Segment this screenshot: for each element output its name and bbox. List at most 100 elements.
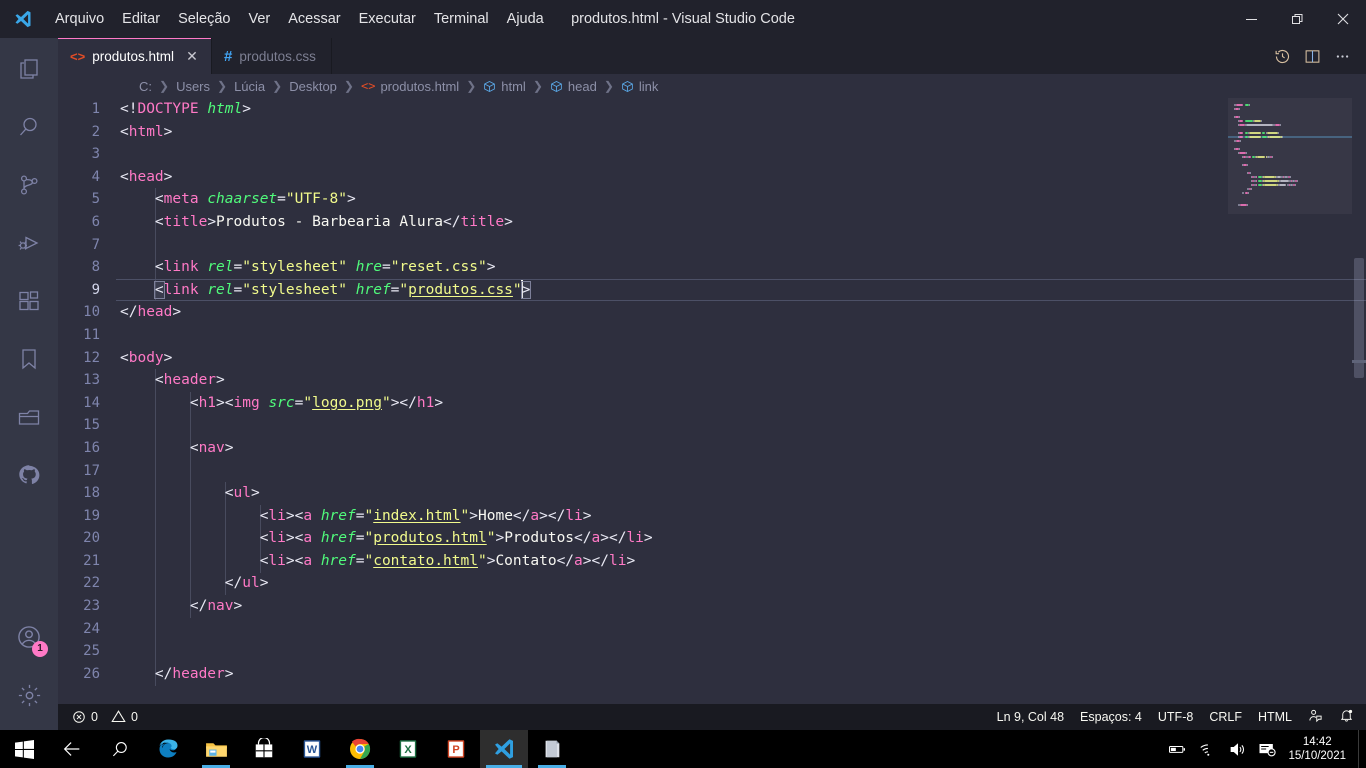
sidebar-item-github[interactable]: [0, 446, 58, 504]
close-icon[interactable]: ✕: [183, 47, 201, 65]
code-line[interactable]: 19 <li><a href="index.html">Home</a></li…: [58, 505, 1366, 528]
code-line[interactable]: 17: [58, 460, 1366, 483]
menu-item-ajuda[interactable]: Ajuda: [498, 6, 553, 32]
text-editor[interactable]: 1 <!DOCTYPE html> 2 <html> 3 4 <head> 5 <meta c…: [58, 98, 1366, 704]
editor-scrollbar[interactable]: [1352, 98, 1366, 704]
sidebar-item-run-and-debug[interactable]: [0, 214, 58, 272]
status-eol[interactable]: CRLF: [1201, 704, 1250, 730]
status-indentation[interactable]: Espaços: 4: [1072, 704, 1150, 730]
status-language-mode[interactable]: HTML: [1250, 704, 1300, 730]
code-line[interactable]: 2 <html>: [58, 121, 1366, 144]
minimize-button[interactable]: [1228, 0, 1274, 38]
status-feedback[interactable]: [1300, 704, 1331, 730]
close-button[interactable]: [1320, 0, 1366, 38]
status-encoding[interactable]: UTF-8: [1150, 704, 1201, 730]
ellipsis-icon[interactable]: [1328, 42, 1356, 70]
line-content[interactable]: <header>: [116, 369, 1366, 392]
line-content[interactable]: <body>: [116, 347, 1366, 370]
line-content[interactable]: <li><a href="contato.html">Contato</a></…: [116, 550, 1366, 573]
breadcrumb-item-head[interactable]: head: [547, 79, 600, 94]
battery-icon[interactable]: [1162, 730, 1192, 768]
code-line[interactable]: 16 <nav>: [58, 437, 1366, 460]
taskbar-app-visual-studio-code[interactable]: [480, 730, 528, 768]
tab-produtos-html[interactable]: <> produtos.html ✕: [58, 38, 212, 74]
wifi-icon[interactable]: [1192, 730, 1222, 768]
taskbar-app-microsoft-excel[interactable]: X: [384, 730, 432, 768]
line-content[interactable]: </nav>: [116, 595, 1366, 618]
code-line[interactable]: 9 <link rel="stylesheet" href="produtos.…: [58, 278, 1366, 302]
maximize-restore-button[interactable]: [1274, 0, 1320, 38]
line-content[interactable]: [116, 234, 1366, 257]
taskbar-app-microsoft-word[interactable]: W: [288, 730, 336, 768]
code-line[interactable]: 10 </head>: [58, 301, 1366, 324]
menu-item-terminal[interactable]: Terminal: [425, 6, 498, 32]
line-content[interactable]: [116, 414, 1366, 437]
line-content[interactable]: <link rel="stylesheet" hre="reset.css">: [116, 256, 1366, 279]
line-content[interactable]: <link rel="stylesheet" href="produtos.cs…: [116, 278, 1366, 302]
code-line[interactable]: 7: [58, 234, 1366, 257]
line-content[interactable]: [116, 143, 1366, 166]
menu-item-arquivo[interactable]: Arquivo: [46, 6, 113, 32]
breadcrumb-item-desktop[interactable]: Desktop: [286, 79, 340, 94]
line-content[interactable]: </header>: [116, 663, 1366, 686]
sidebar-item-bookmarks[interactable]: [0, 330, 58, 388]
menu-item-acessar[interactable]: Acessar: [279, 6, 349, 32]
breadcrumb-item-users[interactable]: Users: [173, 79, 213, 94]
code-line[interactable]: 3: [58, 143, 1366, 166]
tab-produtos-css[interactable]: # produtos.css: [211, 38, 332, 74]
line-content[interactable]: <h1><img src="logo.png"></h1>: [116, 392, 1366, 415]
status-problems[interactable]: 0 0: [64, 704, 146, 730]
taskbar-app-microsoft-powerpoint[interactable]: P: [432, 730, 480, 768]
line-content[interactable]: [116, 324, 1366, 347]
sidebar-item-source-control[interactable]: [0, 156, 58, 214]
breadcrumb-item-produtos-html[interactable]: <> produtos.html: [358, 79, 462, 94]
code-line[interactable]: 14 <h1><img src="logo.png"></h1>: [58, 392, 1366, 415]
breadcrumb-item-lucia[interactable]: Lúcia: [231, 79, 268, 94]
sidebar-item-explorer[interactable]: [0, 40, 58, 98]
line-content[interactable]: <nav>: [116, 437, 1366, 460]
show-desktop-button[interactable]: [1358, 730, 1366, 768]
code-line[interactable]: 26 </header>: [58, 663, 1366, 686]
minimap[interactable]: [1228, 98, 1352, 704]
code-line[interactable]: 22 </ul>: [58, 572, 1366, 595]
clock[interactable]: 14:42 15/10/2021: [1282, 730, 1358, 768]
taskbar-app-sticky-notes[interactable]: [528, 730, 576, 768]
taskbar-app-file-explorer[interactable]: [192, 730, 240, 768]
line-content[interactable]: </head>: [116, 301, 1366, 324]
breadcrumb-item-c[interactable]: C:: [136, 79, 155, 94]
breadcrumb-item-html[interactable]: html: [480, 79, 529, 94]
line-content[interactable]: <meta chaarset="UTF-8">: [116, 188, 1366, 211]
code-line[interactable]: 1 <!DOCTYPE html>: [58, 98, 1366, 121]
sidebar-item-settings[interactable]: [0, 666, 58, 724]
line-content[interactable]: <li><a href="index.html">Home</a></li>: [116, 505, 1366, 528]
line-content[interactable]: [116, 460, 1366, 483]
code-line[interactable]: 6 <title>Produtos - Barbearia Alura</tit…: [58, 211, 1366, 234]
code-line[interactable]: 21 <li><a href="contato.html">Contato</a…: [58, 550, 1366, 573]
taskbar-app-microsoft-edge[interactable]: [144, 730, 192, 768]
line-content[interactable]: <html>: [116, 121, 1366, 144]
sidebar-item-remote-explorer[interactable]: [0, 388, 58, 446]
menu-item-executar[interactable]: Executar: [350, 6, 425, 32]
code-line[interactable]: 5 <meta chaarset="UTF-8">: [58, 188, 1366, 211]
code-line[interactable]: 25: [58, 640, 1366, 663]
line-content[interactable]: <!DOCTYPE html>: [116, 98, 1366, 121]
notification-icon[interactable]: [1252, 730, 1282, 768]
taskbar-app-microsoft-store[interactable]: [240, 730, 288, 768]
code-line[interactable]: 4 <head>: [58, 166, 1366, 189]
sidebar-item-extensions[interactable]: [0, 272, 58, 330]
taskbar-app-google-chrome[interactable]: [336, 730, 384, 768]
line-content[interactable]: </ul>: [116, 572, 1366, 595]
sidebar-item-accounts[interactable]: 1: [0, 608, 58, 666]
line-content[interactable]: <li><a href="produtos.html">Produtos</a>…: [116, 527, 1366, 550]
history-icon[interactable]: [1268, 42, 1296, 70]
sidebar-item-search[interactable]: [0, 98, 58, 156]
code-line[interactable]: 15: [58, 414, 1366, 437]
code-line[interactable]: 18 <ul>: [58, 482, 1366, 505]
code-line[interactable]: 20 <li><a href="produtos.html">Produtos<…: [58, 527, 1366, 550]
code-line[interactable]: 13 <header>: [58, 369, 1366, 392]
menu-item-selecao[interactable]: Seleção: [169, 6, 239, 32]
line-content[interactable]: [116, 640, 1366, 663]
status-cursor-position[interactable]: Ln 9, Col 48: [989, 704, 1072, 730]
line-content[interactable]: [116, 618, 1366, 641]
menu-item-editar[interactable]: Editar: [113, 6, 169, 32]
